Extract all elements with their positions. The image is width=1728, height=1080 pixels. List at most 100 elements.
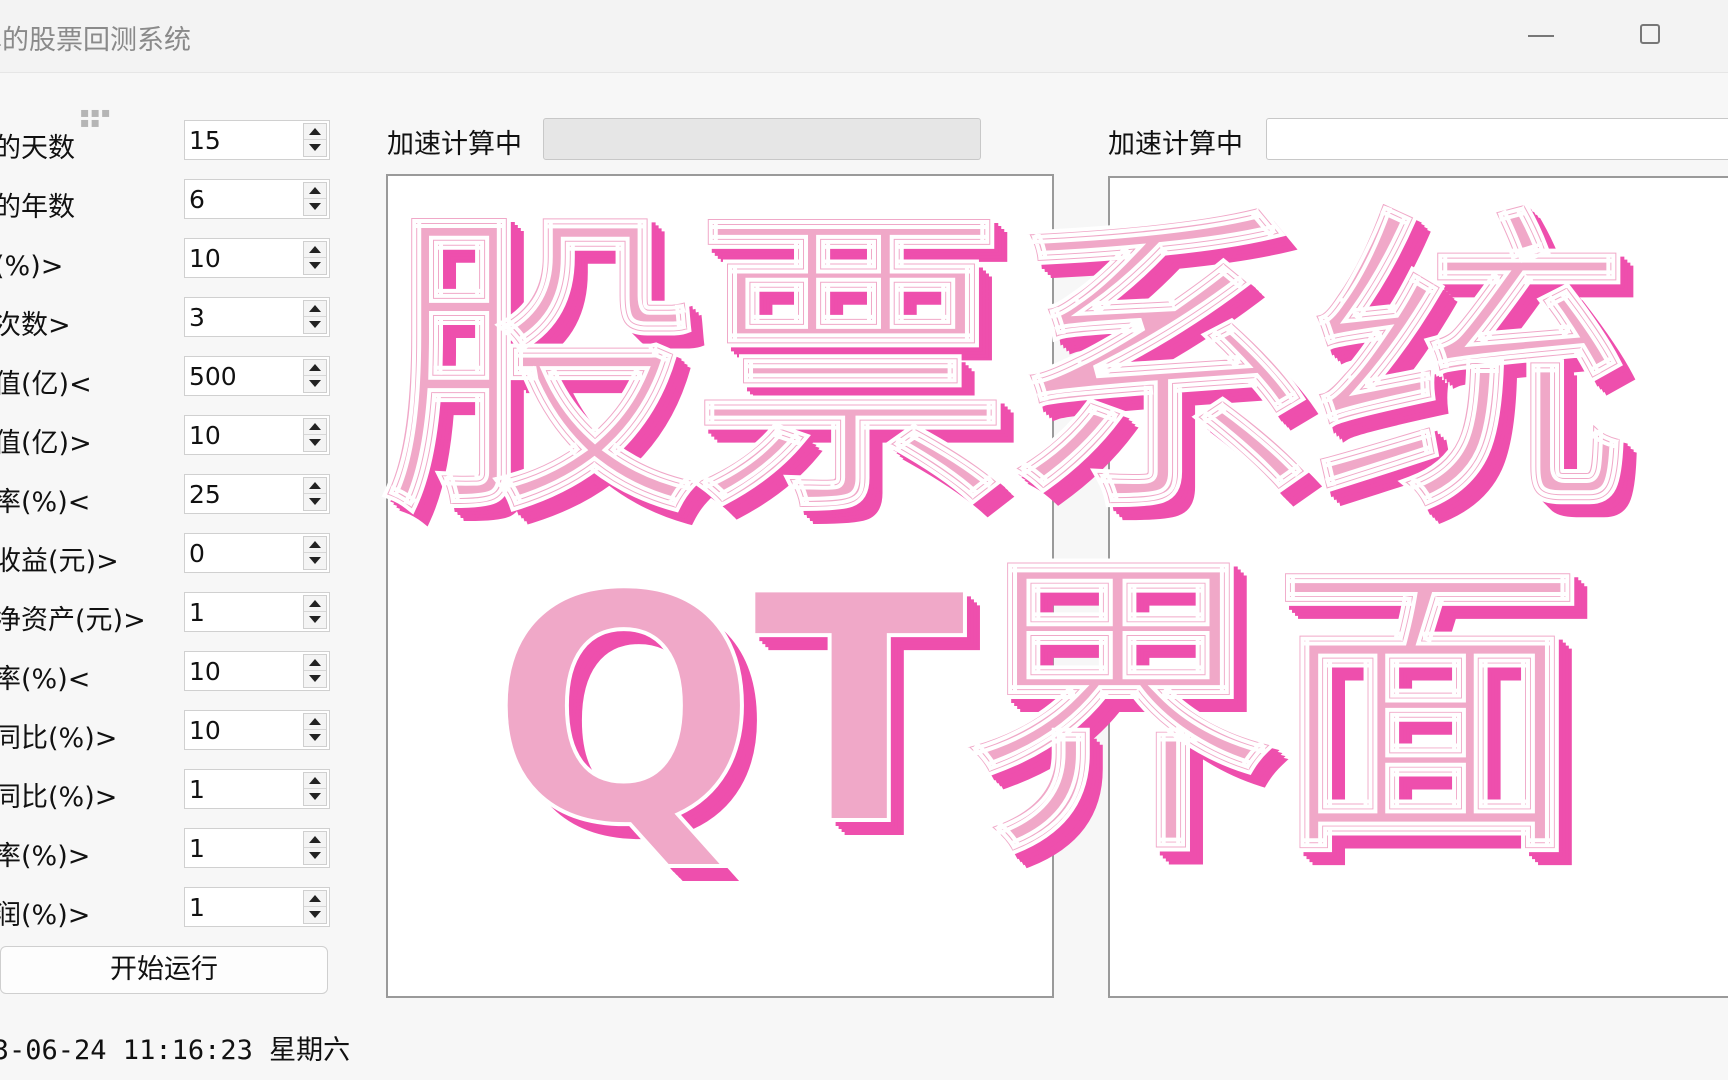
spin-down-icon[interactable] bbox=[304, 848, 326, 864]
spin-buttons bbox=[303, 831, 327, 865]
param-spinbox[interactable]: 1 bbox=[184, 887, 330, 927]
param-spinbox[interactable]: 10 bbox=[184, 238, 330, 278]
spin-buttons bbox=[303, 595, 327, 629]
spin-down-icon[interactable] bbox=[304, 435, 326, 451]
param-value[interactable]: 3 bbox=[189, 303, 205, 332]
param-row: 净利润(%)> 1 bbox=[0, 885, 340, 931]
spin-down-icon[interactable] bbox=[304, 730, 326, 746]
param-value[interactable]: 0 bbox=[189, 539, 205, 568]
param-label: 毛利率(%)> bbox=[0, 841, 91, 872]
param-row: 利润同比(%)> 1 bbox=[0, 767, 340, 813]
param-label: 总市值(亿)< bbox=[0, 369, 92, 400]
param-label: 市净率(%)< bbox=[0, 664, 91, 695]
param-row: 总市值(亿)> 10 bbox=[0, 413, 340, 459]
param-value[interactable]: 10 bbox=[189, 716, 221, 745]
spin-buttons bbox=[303, 241, 327, 275]
param-label: 市盈率(%)< bbox=[0, 487, 91, 518]
param-label: 收入同比(%)> bbox=[0, 723, 118, 754]
param-value[interactable]: 1 bbox=[189, 775, 205, 804]
status-datetime: 2023-06-24 11:16:23 星期六 bbox=[0, 1035, 351, 1066]
spin-buttons bbox=[303, 300, 327, 334]
spin-down-icon[interactable] bbox=[304, 376, 326, 392]
spin-up-icon[interactable] bbox=[304, 419, 326, 435]
spin-up-icon[interactable] bbox=[304, 537, 326, 553]
param-spinbox[interactable]: 1 bbox=[184, 769, 330, 809]
spin-up-icon[interactable] bbox=[304, 714, 326, 730]
spin-up-icon[interactable] bbox=[304, 891, 326, 907]
spin-up-icon[interactable] bbox=[304, 478, 326, 494]
param-spinbox[interactable]: 0 bbox=[184, 533, 330, 573]
param-spinbox[interactable]: 1 bbox=[184, 592, 330, 632]
param-label: 回测的天数 bbox=[0, 133, 75, 164]
param-row: 每股净资产(元)> 1 bbox=[0, 590, 340, 636]
param-spinbox[interactable]: 3 bbox=[184, 297, 330, 337]
param-spinbox[interactable]: 15 bbox=[184, 120, 330, 160]
spin-buttons bbox=[303, 359, 327, 393]
spin-up-icon[interactable] bbox=[304, 242, 326, 258]
spin-buttons bbox=[303, 477, 327, 511]
spin-down-icon[interactable] bbox=[304, 199, 326, 215]
param-spinbox[interactable]: 6 bbox=[184, 179, 330, 219]
param-label: 回测的年数 bbox=[0, 192, 75, 223]
param-value[interactable]: 15 bbox=[189, 126, 221, 155]
param-spinbox[interactable]: 500 bbox=[184, 356, 330, 396]
spin-up-icon[interactable] bbox=[304, 124, 326, 140]
spin-down-icon[interactable] bbox=[304, 258, 326, 274]
param-row: 回测的天数 15 bbox=[0, 118, 340, 164]
overlay-title-line2: QT界面 bbox=[488, 529, 1587, 895]
progress-bar-left bbox=[543, 118, 981, 160]
param-label: 净利润(%)> bbox=[0, 900, 91, 931]
param-value[interactable]: 10 bbox=[189, 421, 221, 450]
spin-buttons bbox=[303, 772, 327, 806]
spin-down-icon[interactable] bbox=[304, 317, 326, 333]
param-value[interactable]: 25 bbox=[189, 480, 221, 509]
spin-buttons bbox=[303, 713, 327, 747]
spin-buttons bbox=[303, 536, 327, 570]
spin-down-icon[interactable] bbox=[304, 494, 326, 510]
param-value[interactable]: 10 bbox=[189, 244, 221, 273]
spin-down-icon[interactable] bbox=[304, 553, 326, 569]
param-spinbox[interactable]: 10 bbox=[184, 415, 330, 455]
accel-label-left: 加速计算中 bbox=[387, 129, 522, 160]
param-row: 涨幅(%)> 10 bbox=[0, 236, 340, 282]
param-label: 每股净资产(元)> bbox=[0, 605, 146, 636]
spin-up-icon[interactable] bbox=[304, 596, 326, 612]
param-spinbox[interactable]: 10 bbox=[184, 651, 330, 691]
accel-label-right: 加速计算中 bbox=[1108, 129, 1243, 160]
spin-down-icon[interactable] bbox=[304, 789, 326, 805]
param-label: 利润同比(%)> bbox=[0, 782, 118, 813]
spin-down-icon[interactable] bbox=[304, 907, 326, 923]
spin-up-icon[interactable] bbox=[304, 301, 326, 317]
spin-up-icon[interactable] bbox=[304, 832, 326, 848]
spin-buttons bbox=[303, 654, 327, 688]
minimize-icon[interactable] bbox=[1528, 35, 1554, 37]
param-spinbox[interactable]: 10 bbox=[184, 710, 330, 750]
title-bar: 简单的股票回测系统 bbox=[0, 0, 1728, 73]
spin-buttons bbox=[303, 123, 327, 157]
spin-buttons bbox=[303, 890, 327, 924]
start-run-button[interactable]: 开始运行 bbox=[0, 946, 328, 994]
param-row: 收入同比(%)> 10 bbox=[0, 708, 340, 754]
param-row: 每股收益(元)> 0 bbox=[0, 531, 340, 577]
param-value[interactable]: 6 bbox=[189, 185, 205, 214]
param-label: 每股收益(元)> bbox=[0, 546, 119, 577]
spin-down-icon[interactable] bbox=[304, 140, 326, 156]
param-value[interactable]: 1 bbox=[189, 893, 205, 922]
spin-up-icon[interactable] bbox=[304, 183, 326, 199]
param-value[interactable]: 10 bbox=[189, 657, 221, 686]
spin-up-icon[interactable] bbox=[304, 360, 326, 376]
spin-buttons bbox=[303, 418, 327, 452]
param-label: 总市值(亿)> bbox=[0, 428, 92, 459]
param-spinbox[interactable]: 25 bbox=[184, 474, 330, 514]
param-value[interactable]: 500 bbox=[189, 362, 237, 391]
spin-up-icon[interactable] bbox=[304, 773, 326, 789]
param-row: 市盈率(%)< 25 bbox=[0, 472, 340, 518]
param-row: 总市值(亿)< 500 bbox=[0, 354, 340, 400]
param-value[interactable]: 1 bbox=[189, 598, 205, 627]
maximize-icon[interactable] bbox=[1640, 24, 1660, 44]
param-value[interactable]: 1 bbox=[189, 834, 205, 863]
spin-down-icon[interactable] bbox=[304, 612, 326, 628]
param-spinbox[interactable]: 1 bbox=[184, 828, 330, 868]
spin-up-icon[interactable] bbox=[304, 655, 326, 671]
spin-down-icon[interactable] bbox=[304, 671, 326, 687]
